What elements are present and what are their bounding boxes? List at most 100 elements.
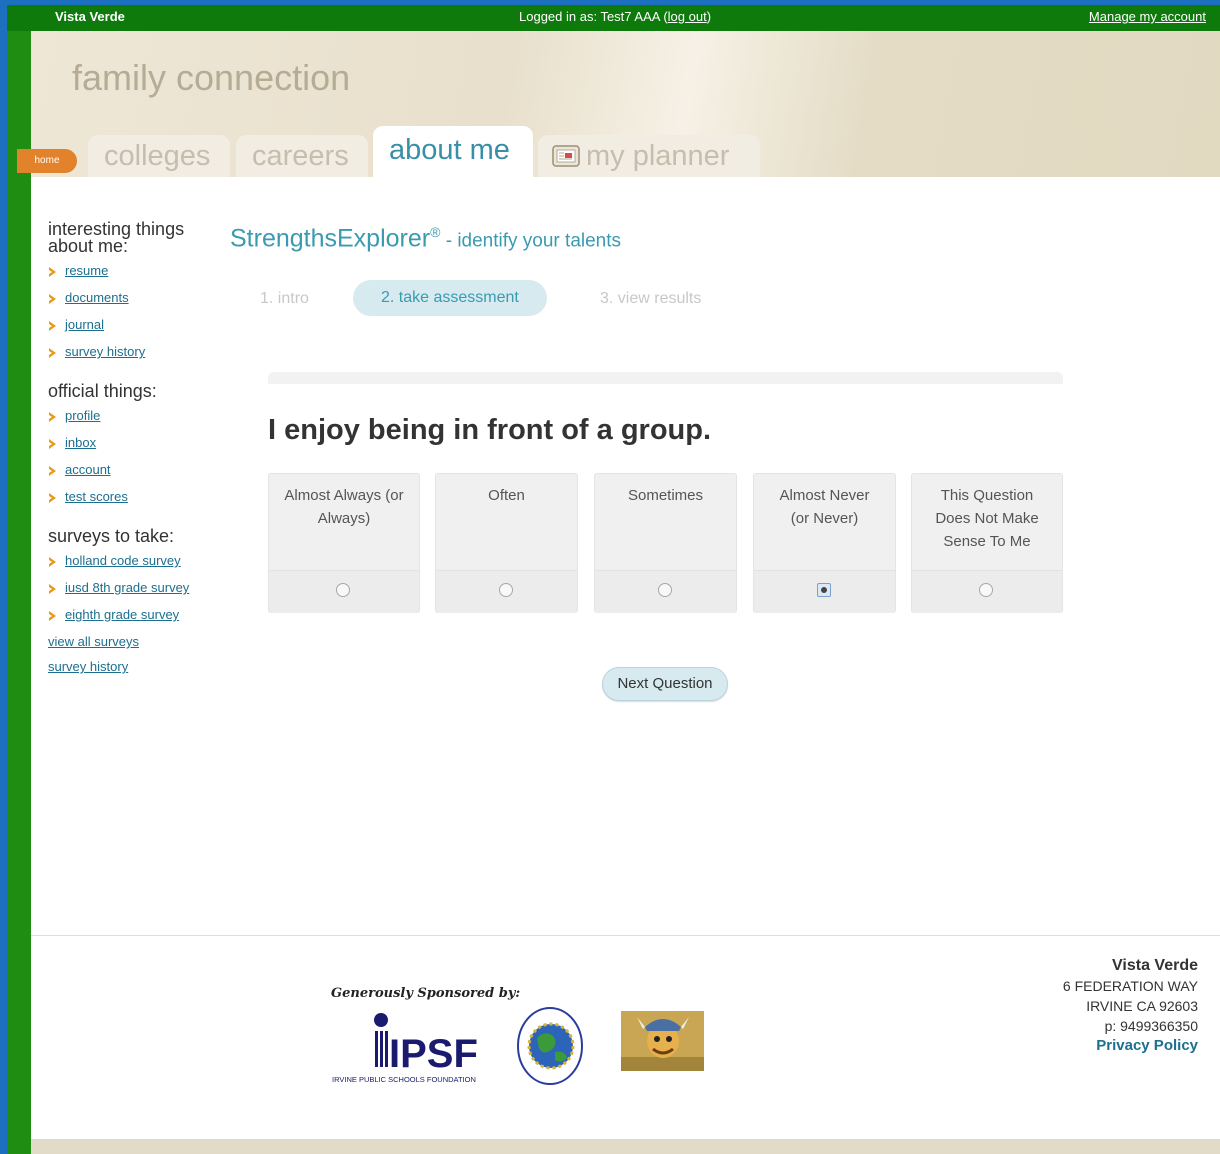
- chevron-right-icon: [48, 610, 58, 622]
- page-subtitle: - identify your talents: [440, 230, 622, 252]
- sidebar-link-holland-survey[interactable]: holland code survey: [65, 553, 181, 568]
- answer-label: Almost Always (or Always): [269, 474, 419, 570]
- tab-my-planner[interactable]: my planner: [538, 135, 760, 177]
- tab-about-me[interactable]: about me: [373, 126, 533, 177]
- page-container: family connection home colleges careers …: [17, 31, 1220, 1154]
- site-header: family connection home colleges careers …: [17, 31, 1220, 177]
- sidebar-link-iusd-survey[interactable]: iusd 8th grade survey: [65, 580, 189, 595]
- answer-label: Almost Never (or Never): [754, 474, 895, 570]
- answer-label-text: Often: [488, 487, 525, 504]
- tab-my-planner-label: my planner: [586, 140, 730, 172]
- answer-option-almost-never[interactable]: Almost Never (or Never): [753, 473, 896, 613]
- answer-option-does-not-make-sense[interactable]: This Question Does Not Make Sense To Me: [911, 473, 1063, 613]
- answer-label-text: Almost Always (or Always): [284, 487, 404, 527]
- view-all-surveys-link[interactable]: view all surveys: [48, 634, 139, 649]
- chevron-right-icon: [48, 411, 58, 423]
- ipsf-logo-text: IPSF: [389, 1032, 478, 1076]
- chevron-right-icon: [48, 438, 58, 450]
- chevron-right-icon: [48, 465, 58, 477]
- sidebar-list-interesting: resume documents journal survey history: [48, 263, 228, 371]
- footer-band: [31, 1139, 1220, 1154]
- sidebar-item-documents: documents: [48, 290, 228, 317]
- ipsf-logo: IPSF IRVINE PUBLIC SCHOOLS FOUNDATION: [332, 1013, 478, 1084]
- answer-radio-row: [436, 570, 577, 613]
- sidebar-item-holland: holland code survey: [48, 553, 228, 580]
- sidebar-item-journal: journal: [48, 317, 228, 344]
- answer-label-text: Almost Never (or Never): [779, 487, 870, 527]
- chevron-right-icon: [48, 266, 58, 278]
- top-bar: Vista Verde Logged in as: Test7 AAA (log…: [7, 5, 1220, 31]
- progress-bar: [268, 372, 1063, 384]
- answer-radio-row: [595, 570, 736, 613]
- answer-label: This Question Does Not Make Sense To Me: [912, 474, 1062, 570]
- sidebar-item-resume: resume: [48, 263, 228, 290]
- question-text: I enjoy being in front of a group.: [268, 414, 712, 446]
- answer-label-text: Sometimes: [627, 487, 704, 504]
- sidebar-link-eighth-grade-survey[interactable]: eighth grade survey: [65, 607, 179, 622]
- chevron-right-icon: [48, 293, 58, 305]
- survey-history-link[interactable]: survey history: [48, 659, 128, 674]
- home-tab[interactable]: home: [17, 149, 77, 173]
- radio-button[interactable]: [979, 583, 993, 597]
- registered-mark: ®: [430, 224, 441, 240]
- footer-phone: p: 9499366350: [1104, 1018, 1198, 1034]
- logout-link[interactable]: log out: [668, 9, 707, 24]
- logged-in-suffix: ): [706, 9, 712, 24]
- answer-radio-row: [269, 570, 419, 613]
- page-title-text: StrengthsExplorer: [230, 224, 431, 253]
- tab-colleges[interactable]: colleges: [88, 135, 230, 177]
- page-title: StrengthsExplorer® - identify your talen…: [230, 224, 621, 253]
- step-view-results: 3. view results: [600, 290, 702, 307]
- answer-option-sometimes[interactable]: Sometimes: [594, 473, 737, 613]
- step-take-assessment[interactable]: 2. take assessment: [353, 280, 547, 316]
- logged-in-text: Logged in as: Test7 AAA (: [519, 9, 668, 24]
- answer-label: Often: [436, 474, 577, 570]
- radio-button[interactable]: [336, 583, 350, 597]
- sidebar-item-iusd: iusd 8th grade survey: [48, 580, 228, 607]
- sidebar-link-resume[interactable]: resume: [65, 263, 108, 278]
- sidebar: interesting things about me: resume docu…: [48, 219, 228, 684]
- brand-title: family connection: [72, 57, 351, 98]
- answer-radio-row: [754, 570, 895, 613]
- sidebar-link-test-scores[interactable]: test scores: [65, 489, 128, 504]
- answer-option-often[interactable]: Often: [435, 473, 578, 613]
- chevron-right-icon: [48, 492, 58, 504]
- manage-account-link[interactable]: Manage my account: [1089, 9, 1206, 24]
- sidebar-link-documents[interactable]: documents: [65, 290, 129, 305]
- radio-button-selected[interactable]: [816, 583, 831, 597]
- sidebar-link-account[interactable]: account: [65, 462, 111, 477]
- sidebar-item-test-scores: test scores: [48, 489, 228, 516]
- tab-careers[interactable]: careers: [236, 135, 368, 177]
- footer-address-line1: 6 FEDERATION WAY: [1062, 978, 1198, 994]
- sidebar-link-survey-history[interactable]: survey history: [65, 344, 145, 359]
- sidebar-heading-official: official things:: [48, 381, 157, 401]
- radio-button[interactable]: [657, 583, 672, 597]
- footer-divider: [31, 935, 1220, 936]
- school-address: Vista Verde 6 FEDERATION WAY IRVINE CA 9…: [1063, 956, 1198, 1056]
- sponsor-heading: Generously Sponsored by:: [331, 986, 521, 1001]
- rotary-logo: [517, 1007, 583, 1085]
- sidebar-item-survey-history: survey history: [48, 344, 228, 371]
- footer-address-line2: IRVINE CA 92603: [1086, 998, 1198, 1014]
- chevron-right-icon: [48, 320, 58, 332]
- privacy-policy-link[interactable]: Privacy Policy: [1063, 1036, 1198, 1056]
- sidebar-link-inbox[interactable]: inbox: [65, 435, 96, 450]
- sidebar-item-eighth-grade: eighth grade survey: [48, 607, 228, 634]
- viking-mascot-logo: [621, 1011, 704, 1071]
- planner-icon: [552, 138, 582, 167]
- chevron-right-icon: [48, 556, 58, 568]
- step-intro[interactable]: 1. intro: [260, 290, 309, 308]
- sidebar-view-all-row: view all surveys: [48, 634, 228, 659]
- sidebar-survey-history-row: survey history: [48, 659, 228, 684]
- sidebar-item-inbox: inbox: [48, 435, 228, 462]
- answer-option-almost-always[interactable]: Almost Always (or Always): [268, 473, 420, 613]
- sidebar-heading-interesting: interesting things about me:: [48, 219, 185, 256]
- sidebar-link-profile[interactable]: profile: [65, 408, 100, 423]
- sidebar-link-journal[interactable]: journal: [65, 317, 104, 332]
- sidebar-heading-surveys: surveys to take:: [48, 526, 175, 546]
- chevron-right-icon: [48, 347, 58, 359]
- answer-radio-row: [912, 570, 1062, 613]
- next-question-button[interactable]: Next Question: [602, 667, 728, 701]
- radio-button[interactable]: [498, 583, 513, 597]
- logged-in-status: Logged in as: Test7 AAA (log out): [519, 9, 711, 24]
